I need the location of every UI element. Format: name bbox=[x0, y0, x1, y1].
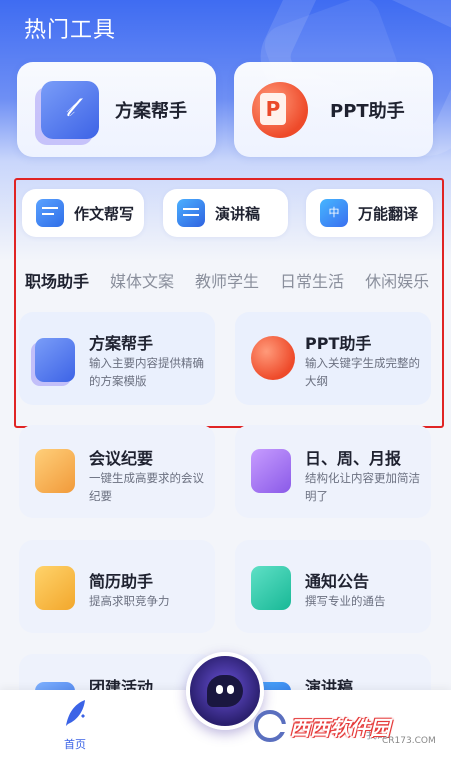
tool-card-desc: 一键生成高要求的会议纪要 bbox=[89, 471, 204, 503]
watermark: 西西软件园 CR173.COM bbox=[254, 706, 439, 746]
quick-tool-label: 演讲稿 bbox=[215, 204, 261, 223]
tool-card-desc: 输入关键字生成完整的大纲 bbox=[305, 356, 420, 388]
tool-card-title: 日、周、月报 bbox=[305, 449, 402, 468]
bot-eye bbox=[216, 685, 223, 694]
tool-card-desc: 提高求职竞争力 bbox=[89, 594, 170, 608]
document-pen-icon bbox=[35, 338, 75, 382]
quick-tool-label: 作文帮写 bbox=[74, 204, 135, 223]
category-tabs: 职场助手 媒体文案 教师学生 日常生活 休闲娱乐 bbox=[25, 268, 450, 292]
page-title: 热门工具 bbox=[24, 18, 117, 43]
speech-icon bbox=[177, 199, 205, 227]
ai-assistant-button[interactable] bbox=[186, 652, 264, 730]
tool-card-title: 简历助手 bbox=[89, 572, 154, 591]
bot-eye bbox=[227, 685, 234, 694]
featured-card-label: 方案帮手 bbox=[115, 100, 187, 122]
tool-card-title: 会议纪要 bbox=[89, 449, 154, 468]
ppt-icon: P bbox=[252, 81, 308, 138]
tool-card-ppt[interactable]: PPT助手 输入关键字生成完整的大纲 bbox=[235, 312, 431, 405]
tool-card-desc: 结构化让内容更加简洁明了 bbox=[305, 471, 420, 503]
tab-workplace[interactable]: 职场助手 bbox=[25, 268, 89, 292]
feather-icon bbox=[66, 700, 85, 726]
chat-bot-icon bbox=[207, 675, 243, 707]
nav-home-label: 首页 bbox=[64, 738, 86, 751]
featured-card-label: PPT助手 bbox=[330, 100, 405, 122]
quick-tool-label: 万能翻译 bbox=[358, 204, 419, 223]
featured-card-plan[interactable]: 𝓁 方案帮手 bbox=[17, 62, 216, 157]
quick-tool-essay[interactable]: 作文帮写 bbox=[22, 189, 144, 237]
watermark-logo-icon bbox=[254, 710, 286, 742]
ppt-icon bbox=[251, 336, 295, 380]
tool-card-title: 方案帮手 bbox=[89, 334, 154, 353]
tab-teacher-student[interactable]: 教师学生 bbox=[195, 268, 259, 292]
tool-card-resume[interactable]: 简历助手 提高求职竞争力 bbox=[19, 540, 215, 633]
featured-card-ppt[interactable]: P PPT助手 bbox=[234, 62, 433, 157]
tool-card-desc: 输入主要内容提供精确的方案模版 bbox=[89, 356, 204, 388]
meeting-notes-icon bbox=[35, 449, 75, 493]
nav-home[interactable]: 首页 bbox=[48, 698, 102, 752]
quick-tool-translate[interactable]: 中 万能翻译 bbox=[306, 189, 433, 237]
tool-card-desc: 撰写专业的通告 bbox=[305, 594, 386, 608]
quick-tool-speech[interactable]: 演讲稿 bbox=[163, 189, 288, 237]
tab-media[interactable]: 媒体文案 bbox=[110, 268, 174, 292]
megaphone-icon bbox=[251, 566, 291, 610]
calendar-report-icon bbox=[251, 449, 291, 493]
tool-card-meeting[interactable]: 会议纪要 一键生成高要求的会议纪要 bbox=[19, 425, 215, 518]
watermark-sub: CR173.COM bbox=[382, 736, 436, 746]
tool-card-notice[interactable]: 通知公告 撰写专业的通告 bbox=[235, 540, 431, 633]
resume-icon bbox=[35, 566, 75, 610]
tool-card-plan[interactable]: 方案帮手 输入主要内容提供精确的方案模版 bbox=[19, 312, 215, 405]
translate-icon: 中 bbox=[320, 199, 348, 227]
tool-card-title: 通知公告 bbox=[305, 572, 370, 591]
tool-card-title: PPT助手 bbox=[305, 334, 372, 353]
essay-icon bbox=[36, 199, 64, 227]
tab-leisure[interactable]: 休闲娱乐 bbox=[365, 268, 429, 292]
document-pen-icon: 𝓁 bbox=[41, 80, 99, 139]
watermark-text: 西西软件园 bbox=[290, 715, 390, 740]
tab-daily-life[interactable]: 日常生活 bbox=[280, 268, 344, 292]
tool-card-report[interactable]: 日、周、月报 结构化让内容更加简洁明了 bbox=[235, 425, 431, 518]
